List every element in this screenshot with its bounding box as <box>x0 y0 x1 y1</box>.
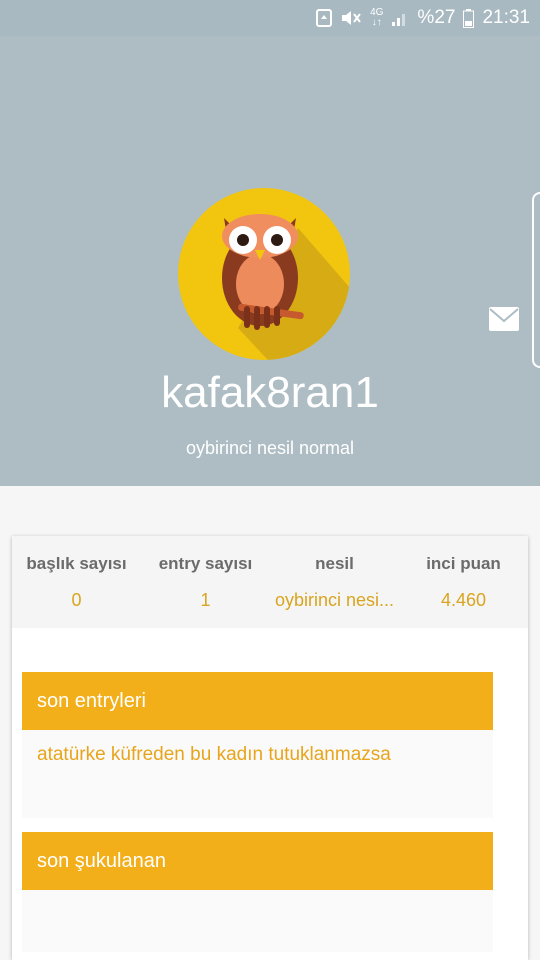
stat-label: başlık sayısı <box>26 554 127 573</box>
stat-value: 1 <box>200 590 211 610</box>
stat-entry-count[interactable]: entry sayısı 1 <box>141 536 270 628</box>
stat-label: nesil <box>315 554 354 573</box>
recent-entries-section: son entryleri atatürke küfreden bu kadın… <box>22 672 493 818</box>
signal-icon <box>391 9 409 27</box>
stat-score[interactable]: inci puan 4.460 <box>399 536 528 628</box>
stat-generation[interactable]: nesil oybirinci nesi... <box>270 536 399 628</box>
generation-label: oybirinci nesil normal <box>185 438 355 458</box>
stat-label: entry sayısı <box>158 554 253 573</box>
recent-liked-section: son şukulanan <box>22 832 493 952</box>
avatar[interactable] <box>178 188 350 360</box>
stat-value: 4.460 <box>440 590 487 610</box>
stat-value: oybirinci nesi... <box>274 590 395 610</box>
mute-icon <box>340 9 362 27</box>
recycle-notification-icon <box>316 9 333 27</box>
recent-entries-header[interactable]: son entryleri <box>22 672 493 730</box>
stat-value: 0 <box>71 590 82 610</box>
owl-avatar-icon <box>222 214 350 360</box>
clock: 21:31 <box>482 7 530 28</box>
entry-link[interactable]: atatürke küfreden bu kadın tutuklanmazsa <box>37 744 478 766</box>
stats-row: başlık sayısı 0 entry sayısı 1 nesil oyb… <box>12 536 528 628</box>
status-bar: 4G ↓↑ %27 21:31 <box>0 0 540 36</box>
recent-liked-header[interactable]: son şukulanan <box>22 832 493 890</box>
drawer-handle[interactable] <box>532 192 540 368</box>
recent-liked-list <box>22 890 493 952</box>
network-type-icon: 4G ↓↑ <box>370 7 384 28</box>
battery-icon <box>463 8 475 28</box>
recent-entries-list: atatürke küfreden bu kadın tutuklanmazsa <box>22 730 493 818</box>
battery-percent: %27 <box>417 7 456 28</box>
mail-icon <box>489 307 519 331</box>
stat-title-count[interactable]: başlık sayısı 0 <box>12 536 141 628</box>
stat-label: inci puan <box>426 554 501 573</box>
username: kafak8ran1 <box>161 368 379 417</box>
message-button[interactable] <box>488 306 520 332</box>
